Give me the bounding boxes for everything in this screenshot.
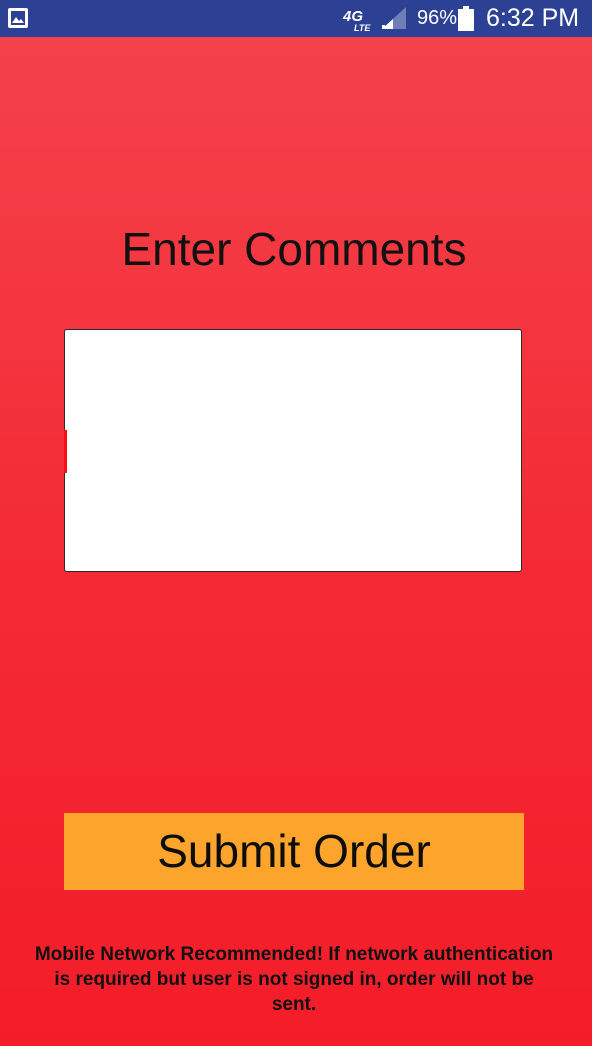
submit-order-button[interactable]: Submit Order (64, 813, 524, 890)
order-comments-screen: 4G LTE 96% 6:32 PM Enter Comments Submit… (0, 0, 592, 1046)
comments-input[interactable] (64, 329, 522, 572)
status-clock: 6:32 PM (486, 4, 580, 32)
network-notice: Mobile Network Recommended! If network a… (34, 944, 554, 1015)
status-bar: 4G LTE 96% 6:32 PM (0, 0, 592, 37)
lte-icon: 4G LTE (342, 8, 371, 32)
svg-text:LTE: LTE (354, 23, 371, 32)
page-title: Enter Comments (121, 223, 467, 275)
text-cursor-marker (64, 430, 67, 473)
signal-icon (382, 7, 406, 29)
gallery-icon (8, 8, 28, 28)
battery-percent: 96% (417, 7, 458, 29)
battery-icon (458, 6, 474, 31)
